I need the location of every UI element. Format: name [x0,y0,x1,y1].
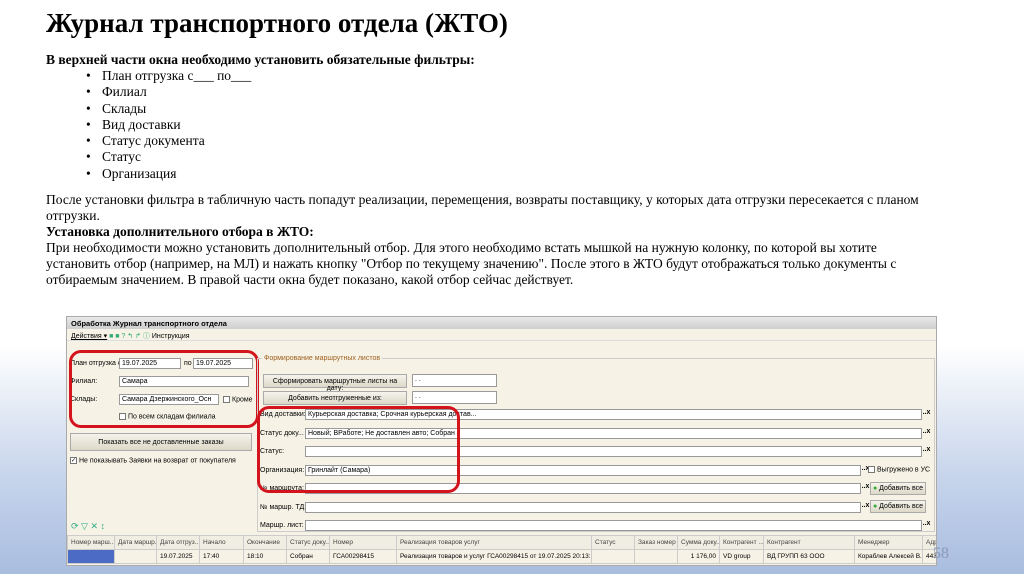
subheading: Установка дополнительного отбора в ЖТО: [46,224,314,239]
paragraph: При необходимости можно установить допол… [46,240,897,287]
table-cell: 19.07.2025 [156,549,200,564]
table-cell: Кораблев Алексей В... [854,549,923,564]
toolbar: Действия ▾ ■ ■ ? ↰ ↱ ⓘ Инструкция [67,329,936,341]
add-all-button[interactable]: ● Добавить все [870,482,926,495]
table-cell: 1 176,00 [677,549,720,564]
table-cell: VD group [719,549,764,564]
highlight-frame [257,406,460,493]
clear-icon[interactable]: ..x [922,428,931,439]
column-header[interactable]: Менеджер [854,535,923,550]
list-item: Статус документа [86,133,251,150]
clear-icon[interactable]: ..x [922,520,931,531]
add-date-input[interactable]: . . [412,391,497,404]
clear-icon[interactable]: ..x [861,502,870,513]
slide-title: Журнал транспортного отдела (ЖТО) [46,8,508,38]
table-cell [67,549,115,564]
form-date-input[interactable]: . . [412,374,497,387]
column-header[interactable]: Дата маршр... [114,535,157,550]
page-number: 58 [933,545,949,562]
table-cell: Реализация товаров и услуг ГСА00298415 о… [396,549,592,564]
add-all-button[interactable]: ● Добавить все [870,500,926,513]
column-header[interactable]: Статус доку... [286,535,330,550]
column-header[interactable]: Дата отгруз... [156,535,200,550]
hide-returns-label: Не показывать Заявки на возврат от покуп… [79,457,236,465]
hide-returns-checkbox[interactable]: ✓ Не показывать Заявки на возврат от поку… [70,457,236,464]
column-header[interactable]: Контрагент ... [719,535,764,550]
highlight-frame [69,350,259,428]
add-all-label: Добавить все [879,485,924,492]
table-cell: 17:40 [199,549,244,564]
column-header[interactable]: Реализация товаров услуг [396,535,592,550]
column-header[interactable]: Контрагент [763,535,855,550]
show-undelivered-button[interactable]: Показать все не доставленные заказы [70,433,252,451]
refresh-filter-icons[interactable]: ⟳ ▽ ✕ ↕ [71,521,105,532]
column-header[interactable]: Номер марш... [67,535,115,550]
table-cell: ВД ГРУПП 63 ООО [763,549,855,564]
clear-icon[interactable]: ..x [861,483,870,494]
uploaded-label: Выгружено в УС [877,466,931,474]
clear-icon[interactable]: ..x [922,409,931,420]
table-cell [634,549,678,564]
documents-table[interactable]: Номер марш... Дата маршр... Дата отгруз...… [67,535,936,564]
column-header[interactable]: Статус [591,535,635,550]
app-window: Обработка Журнал транспортного отдела Де… [66,316,937,566]
filter-list: План отгрузка с___ по___ Филиал Склады В… [86,68,251,182]
list-item: План отгрузка с___ по___ [86,68,251,85]
column-header[interactable]: Сумма доку... [677,535,720,550]
group-title: Формирование маршрутных листов [262,355,383,362]
list-item: Вид доставки [86,117,251,134]
toolbar-icons[interactable]: ■ ■ ? ↰ ↱ ⓘ [109,333,150,340]
help-button[interactable]: Инструкция [152,333,190,340]
filter-input[interactable] [305,501,861,513]
column-header[interactable]: Заказ номер [634,535,678,550]
filter-label: № маршр. ТД: [260,503,307,511]
intro: В верхней части окна необходимо установи… [46,52,475,67]
filter-label: Маршр. лист: [260,522,304,529]
table-cell [114,549,157,564]
list-item: Филиал [86,84,251,101]
uploaded-checkbox[interactable]: Выгружено в УС [868,466,930,473]
add-all-label: Добавить все [879,503,924,510]
table-cell [591,549,635,564]
table-row[interactable]: 19.07.2025 17:40 18:10 Собран ГСА00298415 Реа… [67,549,936,564]
table-cell: 18:10 [243,549,287,564]
list-item: Статус [86,149,251,166]
column-header[interactable]: Начало [199,535,244,550]
list-item: Склады [86,101,251,118]
clear-icon[interactable]: ..x [922,446,931,457]
column-header[interactable]: Окончание [243,535,287,550]
actions-menu[interactable]: Действия ▾ [71,333,107,340]
table-cell: ГСА00298415 [329,549,397,564]
list-item: Организация [86,166,251,183]
window-title: Обработка Журнал транспортного отдела [67,317,936,329]
column-header[interactable]: Номер [329,535,397,550]
table-cell: Собран [286,549,330,564]
form-routes-button[interactable]: Сформировать маршрутные листы на дату: [263,374,407,392]
filter-input[interactable] [305,520,922,531]
paragraph: После установки фильтра в табличную част… [46,192,919,223]
add-unshipped-button[interactable]: Добавить неотгруженные из: [263,391,407,405]
